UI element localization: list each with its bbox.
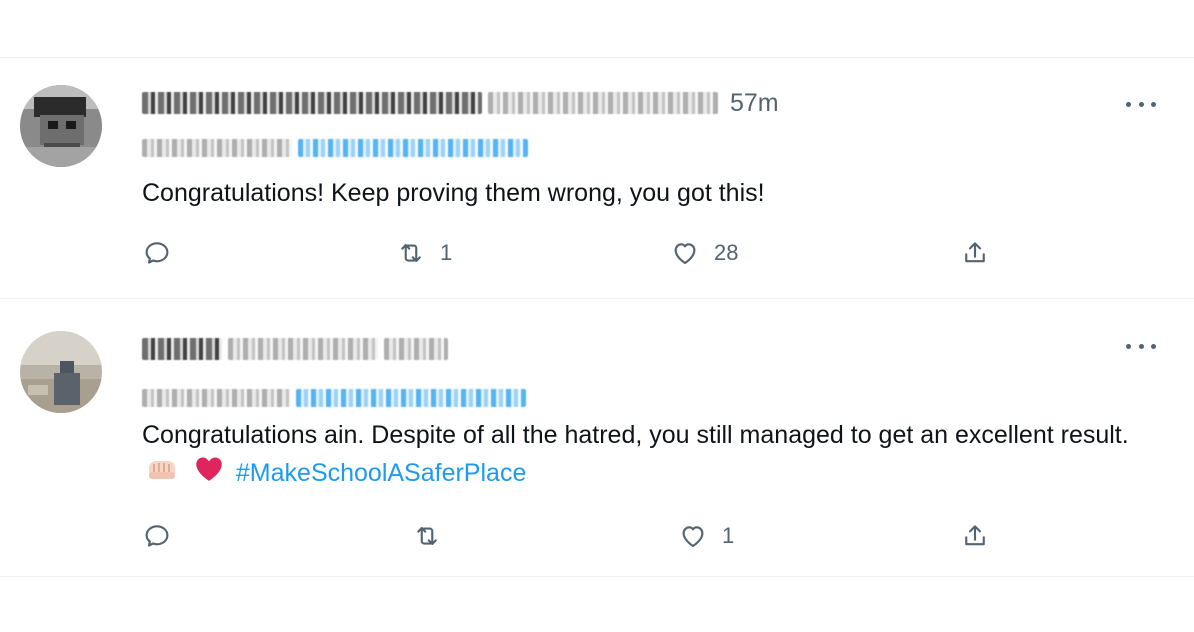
handle-redacted[interactable] — [488, 92, 718, 114]
hashtag-link[interactable]: #MakeSchoolASaferPlace — [236, 459, 526, 487]
replying-to-handle-redacted[interactable] — [298, 139, 528, 157]
avatar-image — [20, 331, 102, 413]
tweet-text: Congratulations! Keep proving them wrong… — [142, 179, 765, 207]
red-heart-emoji — [193, 454, 225, 495]
tweet-text: Congratulations ain. Despite of all the … — [142, 417, 1152, 495]
retweet-button[interactable]: 1 — [396, 238, 452, 268]
reply-icon — [145, 525, 169, 547]
like-count: 1 — [722, 523, 735, 548]
avatar[interactable] — [20, 331, 102, 413]
tweet-time[interactable]: 57m — [730, 89, 779, 118]
tweet-item[interactable]: Congratulations ain. Despite of all the … — [0, 299, 1194, 579]
tweet-header: 57m — [142, 88, 779, 118]
reply-button[interactable] — [142, 521, 186, 551]
more-icon[interactable] — [1126, 336, 1156, 356]
tweet-actions: 1 28 — [0, 238, 1194, 278]
like-button[interactable]: 28 — [670, 238, 738, 268]
reply-icon — [145, 242, 169, 264]
like-button[interactable]: 1 — [678, 521, 734, 551]
oncoming-fist-emoji — [146, 455, 178, 494]
tweet-time-redacted[interactable] — [384, 338, 448, 360]
share-icon — [965, 242, 985, 263]
more-icon[interactable] — [1126, 94, 1156, 114]
handle-redacted[interactable] — [228, 338, 378, 360]
display-name-redacted[interactable] — [142, 338, 222, 360]
like-count: 28 — [714, 240, 739, 265]
retweet-count: 1 — [440, 240, 453, 265]
heart-icon — [674, 243, 696, 265]
replying-to-handle-redacted[interactable] — [296, 389, 526, 407]
divider — [0, 576, 1194, 577]
retweet-icon — [417, 526, 437, 546]
tweet-text-body: Congratulations ain. Despite of all the … — [142, 421, 1129, 449]
share-icon — [965, 525, 985, 546]
display-name-redacted[interactable] — [142, 92, 482, 114]
retweet-icon — [401, 243, 421, 263]
reply-button[interactable] — [142, 238, 186, 268]
heart-icon — [682, 526, 704, 548]
tweet-actions: 1 — [0, 521, 1194, 561]
share-button[interactable] — [960, 521, 990, 551]
tweet-header — [142, 334, 454, 364]
replying-to-redacted — [142, 136, 534, 160]
avatar-image — [20, 85, 102, 167]
tweet-item[interactable]: 57m Congratulations! Keep proving them w… — [0, 58, 1194, 298]
replying-to-redacted — [142, 386, 532, 410]
share-button[interactable] — [960, 238, 990, 268]
avatar[interactable] — [20, 85, 102, 167]
tweet-feed: 57m Congratulations! Keep proving them w… — [0, 0, 1194, 632]
retweet-button[interactable] — [412, 521, 456, 551]
